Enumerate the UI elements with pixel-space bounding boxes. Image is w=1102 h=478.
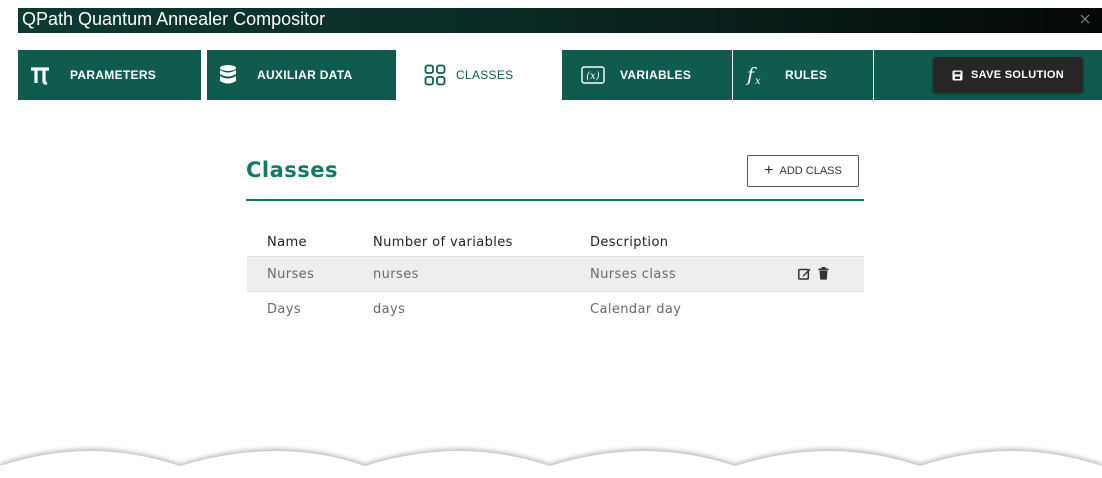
cell-description: Calendar day [590,301,682,317]
tab-label: CLASSES [456,68,514,82]
save-solution-button[interactable]: SAVE SOLUTION [933,57,1083,93]
edit-icon[interactable] [798,267,811,280]
column-header-variables: Number of variables [373,234,513,250]
app-window: QPath Quantum Annealer Compositor PARAME… [18,8,1102,478]
tab-classes[interactable]: CLASSES [396,50,562,100]
column-header-description: Description [590,234,669,250]
pi-icon [18,64,62,86]
tab-label: AUXILIAR DATA [257,68,353,82]
trash-icon[interactable] [818,267,829,280]
add-class-label: ADD CLASS [779,165,842,177]
cell-name: Days [267,301,302,317]
function-icon: f x [737,63,773,87]
tab-bar: PARAMETERS AUXILIAR DATA CLASSES (x) VAR… [18,50,1102,100]
database-icon [207,64,249,86]
tab-variables[interactable]: (x) VARIABLES [562,50,732,100]
svg-text:(x): (x) [586,71,600,82]
tab-rules[interactable]: f x RULES [733,50,873,100]
table-row[interactable]: Nurses nurses Nurses class [247,256,864,292]
cell-name: Nurses [267,266,315,282]
tab-parameters[interactable]: PARAMETERS [18,50,201,100]
cell-variables: nurses [373,266,419,282]
tab-auxiliar-data[interactable]: AUXILIAR DATA [207,50,396,100]
tab-label: PARAMETERS [70,68,157,82]
add-class-button[interactable]: + ADD CLASS [747,155,859,187]
title-bar[interactable]: QPath Quantum Annealer Compositor [18,8,1102,33]
grid-icon [414,64,456,86]
tab-label: RULES [785,68,828,82]
divider [246,199,864,201]
cell-variables: days [373,301,406,317]
column-header-name: Name [267,234,307,250]
row-actions [798,267,829,280]
window-title: QPath Quantum Annealer Compositor [22,9,326,29]
classes-table: Name Number of variables Description Nur… [247,228,864,326]
table-row[interactable]: Days days Calendar day [247,292,864,326]
close-icon[interactable] [1078,12,1092,26]
tab-label: VARIABLES [620,68,692,82]
save-icon [952,70,963,81]
svg-text:x: x [755,76,761,87]
torn-edge [0,449,1102,469]
save-solution-label: SAVE SOLUTION [971,69,1064,81]
cell-description: Nurses class [590,266,677,282]
page-title: Classes [246,158,339,182]
plus-icon: + [764,162,774,179]
table-header: Name Number of variables Description [247,228,864,256]
variable-icon: (x) [572,66,614,84]
toolbar-area: SAVE SOLUTION [874,50,1102,100]
